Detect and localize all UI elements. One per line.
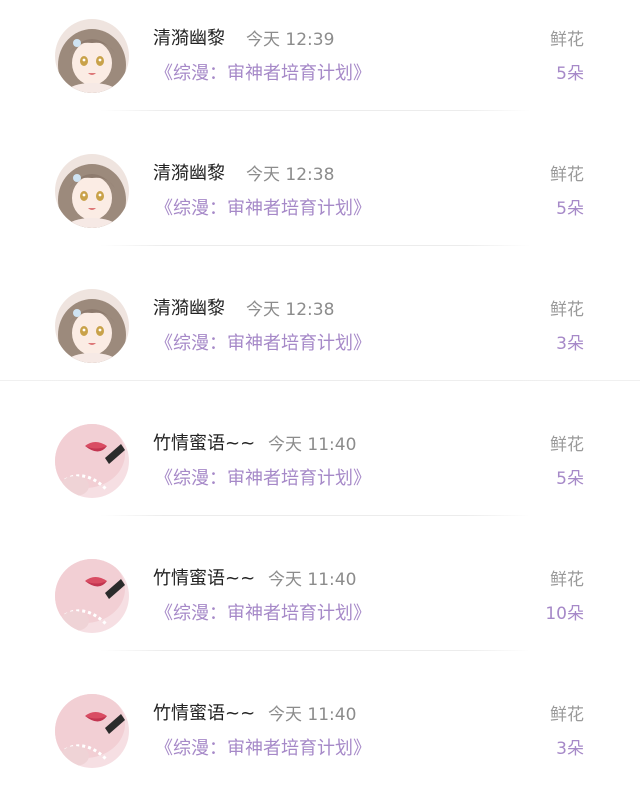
gift-amount: 3朵 [556,334,584,354]
lips-closeup-avatar-icon [55,694,129,768]
user-name[interactable]: 竹情蜜语~~ [153,567,255,591]
record-row[interactable]: 清漪幽黎 今天 12:38 《综漫：审神者培育计划》 鲜花 5朵 [0,135,640,270]
record-row[interactable]: 竹情蜜语~~ 今天 11:40 《综漫：审神者培育计划》 鲜花 5朵 [0,405,640,540]
user-name[interactable]: 竹情蜜语~~ [153,702,255,726]
row-divider [100,650,530,651]
user-avatar[interactable] [55,289,129,363]
gift-time: 今天 11:40 [268,435,357,455]
user-avatar[interactable] [55,694,129,768]
row-divider [100,245,530,246]
lips-closeup-avatar-icon [55,424,129,498]
user-avatar[interactable] [55,424,129,498]
gift-type: 鲜花 [550,705,584,725]
lips-closeup-avatar-icon [55,559,129,633]
gift-time: 今天 12:38 [246,165,335,185]
anime-girl-avatar-icon [55,154,129,228]
book-title-link[interactable]: 《综漫：审神者培育计划》 [155,61,371,87]
gift-record-list: 清漪幽黎 今天 12:39 《综漫：审神者培育计划》 鲜花 5朵 清漪幽黎 今天… [0,0,640,785]
gift-amount: 5朵 [556,469,584,489]
record-row[interactable]: 清漪幽黎 今天 12:39 《综漫：审神者培育计划》 鲜花 5朵 [0,0,640,135]
user-name[interactable]: 清漪幽黎 [153,27,225,51]
user-name[interactable]: 竹情蜜语~~ [153,432,255,456]
gift-amount: 10朵 [545,604,584,624]
row-divider [100,515,530,516]
gift-type: 鲜花 [550,300,584,320]
anime-girl-avatar-icon [55,19,129,93]
gift-amount: 3朵 [556,739,584,759]
user-avatar[interactable] [55,559,129,633]
gift-time: 今天 11:40 [268,570,357,590]
user-name[interactable]: 清漪幽黎 [153,162,225,186]
gift-type: 鲜花 [550,165,584,185]
gift-time: 今天 12:39 [246,30,335,50]
gift-type: 鲜花 [550,30,584,50]
group-divider [0,380,640,381]
book-title-link[interactable]: 《综漫：审神者培育计划》 [155,601,371,627]
book-title-link[interactable]: 《综漫：审神者培育计划》 [155,331,371,357]
gift-type: 鲜花 [550,435,584,455]
book-title-link[interactable]: 《综漫：审神者培育计划》 [155,466,371,492]
anime-girl-avatar-icon [55,289,129,363]
gift-time: 今天 11:40 [268,705,357,725]
user-avatar[interactable] [55,19,129,93]
gift-time: 今天 12:38 [246,300,335,320]
record-row[interactable]: 清漪幽黎 今天 12:38 《综漫：审神者培育计划》 鲜花 3朵 [0,270,640,405]
gift-amount: 5朵 [556,64,584,84]
record-row[interactable]: 竹情蜜语~~ 今天 11:40 《综漫：审神者培育计划》 鲜花 3朵 [0,675,640,785]
gift-amount: 5朵 [556,199,584,219]
book-title-link[interactable]: 《综漫：审神者培育计划》 [155,196,371,222]
book-title-link[interactable]: 《综漫：审神者培育计划》 [155,736,371,762]
user-avatar[interactable] [55,154,129,228]
gift-type: 鲜花 [550,570,584,590]
user-name[interactable]: 清漪幽黎 [153,297,225,321]
record-row[interactable]: 竹情蜜语~~ 今天 11:40 《综漫：审神者培育计划》 鲜花 10朵 [0,540,640,675]
row-divider [100,110,530,111]
